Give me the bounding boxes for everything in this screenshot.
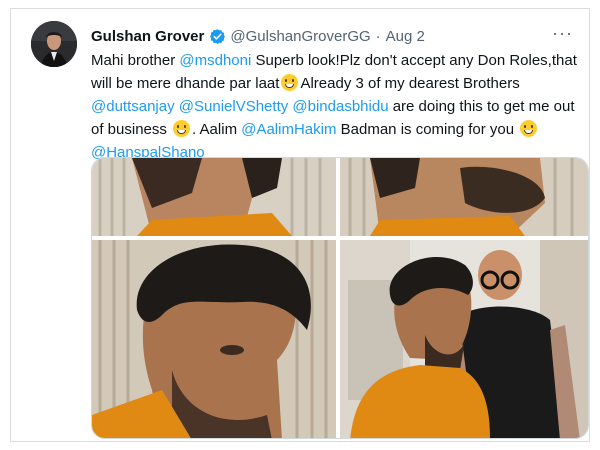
mention-link[interactable]: @bindasbhidu bbox=[292, 98, 388, 115]
grinning-face-emoji-icon bbox=[520, 120, 538, 137]
mention-link[interactable]: @AalimHakim bbox=[241, 121, 336, 138]
photo-beard-closeup[interactable] bbox=[340, 158, 588, 236]
tweet-card: Gulshan Grover @GulshanGroverGG · Aug 2 … bbox=[10, 8, 590, 442]
verified-badge-icon bbox=[209, 28, 226, 45]
header-separator: · bbox=[375, 27, 381, 45]
tweet-text-segment: . Aalim bbox=[192, 121, 242, 138]
tweet-text: Mahi brother @msdhoni Superb look!Plz do… bbox=[91, 49, 581, 164]
grinning-face-emoji-icon bbox=[173, 120, 191, 137]
mention-link[interactable]: @SunielVShetty bbox=[179, 98, 288, 115]
tweet-date[interactable]: Aug 2 bbox=[386, 28, 425, 45]
tweet-text-segment: Badman is coming for you bbox=[336, 121, 519, 138]
mention-link[interactable]: @duttsanjay bbox=[91, 98, 175, 115]
author-name[interactable]: Gulshan Grover bbox=[91, 28, 204, 45]
photo-neck-side[interactable] bbox=[92, 158, 336, 236]
tweet-text-segment: Already 3 of my dearest Brothers bbox=[300, 75, 520, 92]
more-options-icon[interactable]: ··· bbox=[552, 23, 573, 44]
author-handle[interactable]: @GulshanGroverGG bbox=[230, 28, 370, 45]
photo-with-stylist[interactable] bbox=[340, 240, 588, 438]
tweet-header: Gulshan Grover @GulshanGroverGG · Aug 2 bbox=[91, 25, 425, 47]
grinning-face-emoji-icon bbox=[281, 74, 299, 91]
photo-face-closeup[interactable] bbox=[92, 240, 336, 438]
media-grid bbox=[91, 157, 589, 439]
tweet-text-segment: Mahi brother bbox=[91, 52, 180, 69]
mention-link[interactable]: @msdhoni bbox=[179, 52, 251, 69]
author-avatar[interactable] bbox=[31, 21, 77, 67]
